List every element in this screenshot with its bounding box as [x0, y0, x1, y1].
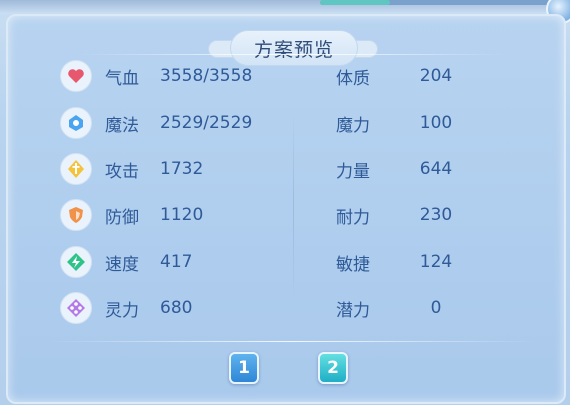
bottom-divider: [48, 341, 538, 342]
stat-label: 防御: [105, 207, 139, 228]
stat-label: 攻击: [105, 161, 139, 182]
heart-icon: [60, 60, 92, 92]
stat-label: 气血: [105, 68, 139, 89]
stat-value: 417: [160, 252, 193, 272]
spirit-icon: [60, 292, 92, 324]
attr-row-agility: 敏捷 124: [336, 247, 461, 277]
attr-row-endurance: 耐力 230: [336, 200, 461, 230]
attr-value: 230: [419, 205, 453, 225]
stat-label: 速度: [105, 254, 139, 275]
stat-value: 1120: [160, 205, 204, 225]
stat-label: 灵力: [105, 300, 139, 321]
stat-label: 魔法: [105, 115, 139, 136]
attr-label: 敏捷: [336, 254, 370, 275]
attr-value: 0: [430, 298, 442, 318]
sword-icon: [60, 153, 92, 185]
stat-row-speed: 速度 417: [60, 246, 193, 278]
column-divider: [293, 111, 294, 306]
stat-row-defense: 防御 1120: [60, 199, 204, 231]
page-button-2[interactable]: 2: [318, 352, 348, 384]
stat-row-spirit: 灵力 680: [60, 292, 193, 324]
stat-row-hp: 气血 3558/3558: [60, 60, 253, 92]
attr-label: 耐力: [336, 207, 370, 228]
speed-icon: [60, 246, 92, 278]
shield-icon: [60, 199, 92, 231]
attr-label: 力量: [336, 161, 370, 182]
stat-value: 3558/3558: [160, 66, 253, 86]
stat-value: 2529/2529: [160, 113, 253, 133]
stat-row-mp: 魔法 2529/2529: [60, 107, 253, 139]
title-banner: 方案预览: [208, 26, 378, 66]
stat-value: 680: [160, 298, 193, 318]
stat-value: 1732: [160, 159, 204, 179]
attr-value: 100: [419, 113, 453, 133]
attr-value: 204: [419, 66, 453, 86]
top-strip: [0, 0, 570, 12]
attr-value: 124: [419, 252, 453, 272]
attr-row-strength: 力量 644: [336, 154, 461, 184]
attr-row-magic: 魔力 100: [336, 108, 461, 138]
attr-label: 体质: [336, 68, 370, 89]
magic-icon: [60, 107, 92, 139]
title-divider: [78, 54, 508, 55]
progress-bar: [320, 0, 550, 5]
attr-row-constitution: 体质 204: [336, 61, 461, 91]
attr-value: 644: [419, 159, 453, 179]
attr-row-potential: 潜力 0: [336, 293, 461, 323]
stat-row-attack: 攻击 1732: [60, 153, 204, 185]
page-button-1[interactable]: 1: [229, 352, 259, 384]
attr-label: 魔力: [336, 115, 370, 136]
attr-label: 潜力: [336, 300, 370, 321]
